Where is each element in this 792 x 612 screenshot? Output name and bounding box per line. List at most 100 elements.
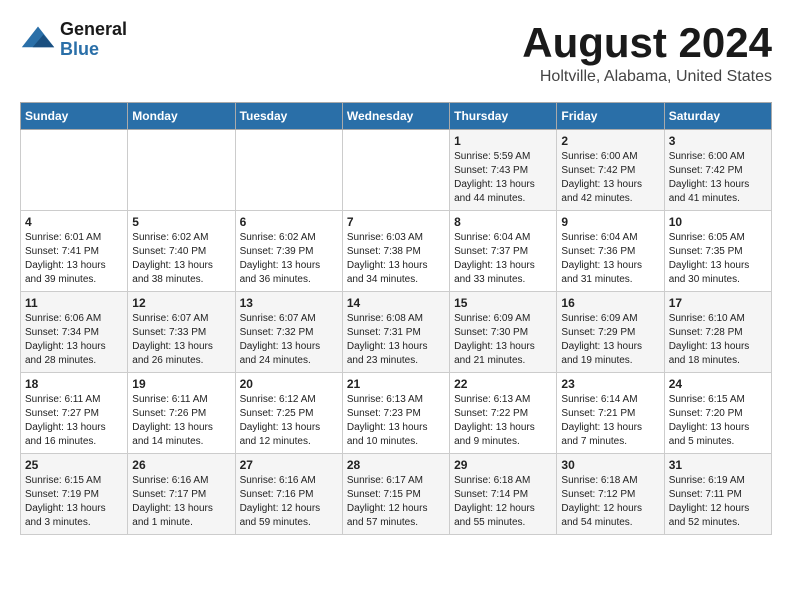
calendar-cell: 17 Sunrise: 6:10 AM Sunset: 7:28 PM Dayli…: [664, 292, 771, 373]
day-info: Sunrise: 6:18 AM Sunset: 7:14 PM Dayligh…: [454, 474, 552, 530]
day-info: Sunrise: 6:02 AM Sunset: 7:39 PM Dayligh…: [240, 231, 338, 287]
day-number: 14: [347, 296, 445, 310]
day-info: Sunrise: 6:09 AM Sunset: 7:30 PM Dayligh…: [454, 312, 552, 368]
calendar-cell: 7Sunrise: 6:03 AM Sunset: 7:38 PM Daylig…: [342, 211, 449, 292]
title-block: August 2024 Holtville, Alabama, United S…: [522, 20, 772, 86]
day-info: Sunrise: 6:13 AM Sunset: 7:23 PM Dayligh…: [347, 393, 445, 449]
calendar-header-row: SundayMondayTuesdayWednesdayThursdayFrid…: [21, 103, 772, 130]
day-number: 4: [25, 215, 123, 229]
calendar-cell: 9 Sunrise: 6:04 AM Sunset: 7:36 PM Daylig…: [557, 211, 664, 292]
calendar-cell: 27 Sunrise: 6:16 AM Sunset: 7:16 PM Dayli…: [235, 454, 342, 535]
day-number: 30: [561, 458, 659, 472]
day-of-week-header: Wednesday: [342, 103, 449, 130]
calendar-cell: 4 Sunrise: 6:01 AM Sunset: 7:41 PM Daylig…: [21, 211, 128, 292]
day-number: 16: [561, 296, 659, 310]
day-number: 9: [561, 215, 659, 229]
day-info: Sunrise: 6:11 AM Sunset: 7:27 PM Dayligh…: [25, 393, 123, 449]
calendar-week-row: 1 Sunrise: 5:59 AM Sunset: 7:43 PM Daylig…: [21, 130, 772, 211]
day-number: 29: [454, 458, 552, 472]
day-of-week-header: Thursday: [450, 103, 557, 130]
day-info: Sunrise: 6:08 AM Sunset: 7:31 PM Dayligh…: [347, 312, 445, 368]
day-number: 25: [25, 458, 123, 472]
day-of-week-header: Tuesday: [235, 103, 342, 130]
day-number: 21: [347, 377, 445, 391]
day-info: Sunrise: 6:15 AM Sunset: 7:20 PM Dayligh…: [669, 393, 767, 449]
calendar-cell: 24 Sunrise: 6:15 AM Sunset: 7:20 PM Dayli…: [664, 373, 771, 454]
logo-text: General Blue: [60, 20, 127, 60]
day-info: Sunrise: 6:00 AM Sunset: 7:42 PM Dayligh…: [669, 150, 767, 206]
calendar-cell: 13 Sunrise: 6:07 AM Sunset: 7:32 PM Dayli…: [235, 292, 342, 373]
calendar-cell: 3 Sunrise: 6:00 AM Sunset: 7:42 PM Daylig…: [664, 130, 771, 211]
day-info: Sunrise: 6:17 AM Sunset: 7:15 PM Dayligh…: [347, 474, 445, 530]
day-info: Sunrise: 6:07 AM Sunset: 7:32 PM Dayligh…: [240, 312, 338, 368]
day-info: Sunrise: 6:04 AM Sunset: 7:36 PM Dayligh…: [561, 231, 659, 287]
calendar-cell: 22Sunrise: 6:13 AM Sunset: 7:22 PM Dayli…: [450, 373, 557, 454]
day-info: Sunrise: 6:04 AM Sunset: 7:37 PM Dayligh…: [454, 231, 552, 287]
day-number: 17: [669, 296, 767, 310]
day-number: 19: [132, 377, 230, 391]
day-info: Sunrise: 6:09 AM Sunset: 7:29 PM Dayligh…: [561, 312, 659, 368]
day-number: 22: [454, 377, 552, 391]
day-info: Sunrise: 6:00 AM Sunset: 7:42 PM Dayligh…: [561, 150, 659, 206]
calendar-week-row: 4 Sunrise: 6:01 AM Sunset: 7:41 PM Daylig…: [21, 211, 772, 292]
day-number: 20: [240, 377, 338, 391]
page-subtitle: Holtville, Alabama, United States: [522, 68, 772, 86]
calendar-cell: 29 Sunrise: 6:18 AM Sunset: 7:14 PM Dayli…: [450, 454, 557, 535]
calendar-cell: 8 Sunrise: 6:04 AM Sunset: 7:37 PM Daylig…: [450, 211, 557, 292]
calendar-cell: 31 Sunrise: 6:19 AM Sunset: 7:11 PM Dayli…: [664, 454, 771, 535]
day-number: 23: [561, 377, 659, 391]
day-info: Sunrise: 6:15 AM Sunset: 7:19 PM Dayligh…: [25, 474, 123, 530]
day-number: 1: [454, 134, 552, 148]
calendar-cell: 14 Sunrise: 6:08 AM Sunset: 7:31 PM Dayli…: [342, 292, 449, 373]
calendar-cell: 25 Sunrise: 6:15 AM Sunset: 7:19 PM Dayli…: [21, 454, 128, 535]
day-number: 27: [240, 458, 338, 472]
calendar-body: 1 Sunrise: 5:59 AM Sunset: 7:43 PM Daylig…: [21, 130, 772, 535]
day-number: 2: [561, 134, 659, 148]
calendar-table: SundayMondayTuesdayWednesdayThursdayFrid…: [20, 102, 772, 535]
calendar-cell: 16 Sunrise: 6:09 AM Sunset: 7:29 PM Dayli…: [557, 292, 664, 373]
day-number: 8: [454, 215, 552, 229]
logo-icon: [20, 22, 56, 58]
calendar-week-row: 11 Sunrise: 6:06 AM Sunset: 7:34 PM Dayli…: [21, 292, 772, 373]
day-info: Sunrise: 6:18 AM Sunset: 7:12 PM Dayligh…: [561, 474, 659, 530]
day-info: Sunrise: 6:16 AM Sunset: 7:16 PM Dayligh…: [240, 474, 338, 530]
day-number: 26: [132, 458, 230, 472]
calendar-cell: 19 Sunrise: 6:11 AM Sunset: 7:26 PM Dayli…: [128, 373, 235, 454]
calendar-week-row: 18 Sunrise: 6:11 AM Sunset: 7:27 PM Dayli…: [21, 373, 772, 454]
day-info: Sunrise: 6:11 AM Sunset: 7:26 PM Dayligh…: [132, 393, 230, 449]
day-number: 10: [669, 215, 767, 229]
calendar-cell: 18 Sunrise: 6:11 AM Sunset: 7:27 PM Dayli…: [21, 373, 128, 454]
day-number: 15: [454, 296, 552, 310]
day-info: Sunrise: 6:12 AM Sunset: 7:25 PM Dayligh…: [240, 393, 338, 449]
day-info: Sunrise: 6:07 AM Sunset: 7:33 PM Dayligh…: [132, 312, 230, 368]
calendar-cell: [235, 130, 342, 211]
day-info: Sunrise: 6:19 AM Sunset: 7:11 PM Dayligh…: [669, 474, 767, 530]
day-info: Sunrise: 6:14 AM Sunset: 7:21 PM Dayligh…: [561, 393, 659, 449]
day-info: Sunrise: 6:05 AM Sunset: 7:35 PM Dayligh…: [669, 231, 767, 287]
calendar-cell: 26Sunrise: 6:16 AM Sunset: 7:17 PM Dayli…: [128, 454, 235, 535]
day-info: Sunrise: 5:59 AM Sunset: 7:43 PM Dayligh…: [454, 150, 552, 206]
day-number: 28: [347, 458, 445, 472]
day-info: Sunrise: 6:06 AM Sunset: 7:34 PM Dayligh…: [25, 312, 123, 368]
day-number: 11: [25, 296, 123, 310]
calendar-week-row: 25 Sunrise: 6:15 AM Sunset: 7:19 PM Dayli…: [21, 454, 772, 535]
day-number: 13: [240, 296, 338, 310]
day-info: Sunrise: 6:10 AM Sunset: 7:28 PM Dayligh…: [669, 312, 767, 368]
day-number: 31: [669, 458, 767, 472]
day-of-week-header: Monday: [128, 103, 235, 130]
day-number: 18: [25, 377, 123, 391]
calendar-cell: [128, 130, 235, 211]
calendar-cell: 12Sunrise: 6:07 AM Sunset: 7:33 PM Dayli…: [128, 292, 235, 373]
calendar-cell: 11 Sunrise: 6:06 AM Sunset: 7:34 PM Dayli…: [21, 292, 128, 373]
calendar-cell: 21 Sunrise: 6:13 AM Sunset: 7:23 PM Dayli…: [342, 373, 449, 454]
day-of-week-header: Sunday: [21, 103, 128, 130]
calendar-cell: [21, 130, 128, 211]
day-of-week-header: Saturday: [664, 103, 771, 130]
day-info: Sunrise: 6:01 AM Sunset: 7:41 PM Dayligh…: [25, 231, 123, 287]
calendar-cell: 30 Sunrise: 6:18 AM Sunset: 7:12 PM Dayli…: [557, 454, 664, 535]
day-number: 24: [669, 377, 767, 391]
day-number: 3: [669, 134, 767, 148]
day-number: 6: [240, 215, 338, 229]
calendar-cell: 28 Sunrise: 6:17 AM Sunset: 7:15 PM Dayli…: [342, 454, 449, 535]
calendar-cell: 23 Sunrise: 6:14 AM Sunset: 7:21 PM Dayli…: [557, 373, 664, 454]
